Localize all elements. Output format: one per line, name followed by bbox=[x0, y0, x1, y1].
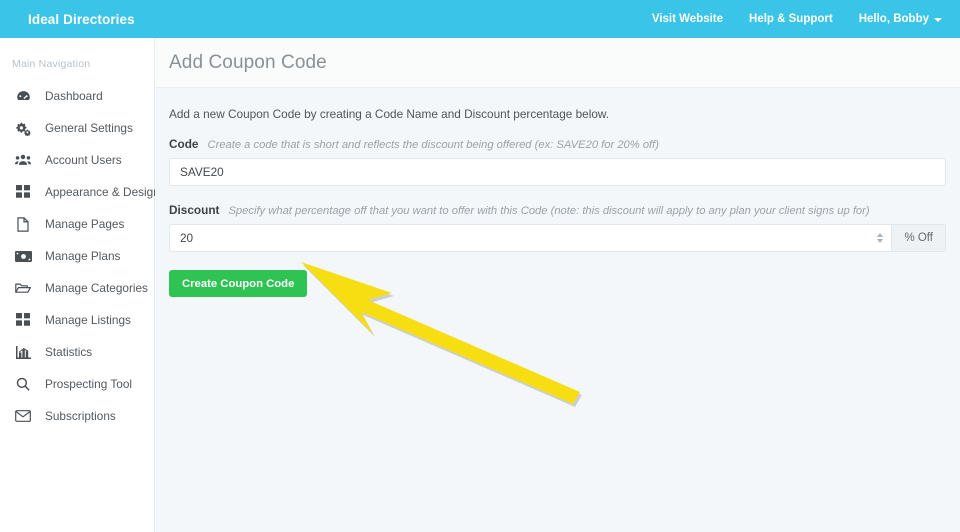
sidebar-item-manage-categories[interactable]: Manage Categories bbox=[0, 272, 154, 304]
sidebar-heading: Main Navigation bbox=[12, 58, 91, 70]
sidebar-item-manage-plans-label: Manage Plans bbox=[45, 249, 121, 263]
sidebar-item-prospecting-tool-label: Prospecting Tool bbox=[45, 377, 133, 391]
discount-input[interactable] bbox=[169, 224, 892, 252]
sidebar-item-manage-listings[interactable]: Manage Listings bbox=[0, 304, 154, 336]
money-bill-icon bbox=[14, 248, 32, 264]
search-icon bbox=[14, 376, 32, 392]
sidebar-item-manage-pages-label: Manage Pages bbox=[45, 217, 125, 231]
bar-chart-icon bbox=[14, 344, 32, 360]
stepper-up-icon[interactable] bbox=[876, 233, 883, 237]
top-nav-help-support-label: Help & Support bbox=[749, 13, 833, 25]
folder-open-icon bbox=[14, 280, 32, 296]
grid-icon bbox=[14, 312, 32, 328]
code-hint: Create a code that is short and reflects… bbox=[207, 139, 660, 151]
chevron-down-icon bbox=[934, 18, 942, 22]
sidebar-item-subscriptions-label: Subscriptions bbox=[45, 409, 116, 423]
grid-icon bbox=[14, 184, 32, 200]
sidebar-item-manage-categories-label: Manage Categories bbox=[45, 281, 148, 295]
gears-icon bbox=[14, 120, 32, 136]
sidebar-item-manage-listings-label: Manage Listings bbox=[45, 313, 131, 327]
envelope-icon bbox=[14, 408, 32, 424]
top-nav-user-menu-label: Hello, Bobby bbox=[858, 13, 929, 25]
code-input[interactable] bbox=[169, 158, 946, 186]
sidebar-item-account-users-label: Account Users bbox=[45, 153, 122, 167]
speedometer-icon bbox=[14, 88, 32, 104]
sidebar-item-subscriptions[interactable]: Subscriptions bbox=[0, 400, 154, 432]
code-label: Code bbox=[169, 137, 199, 151]
sidebar-item-prospecting-tool[interactable]: Prospecting Tool bbox=[0, 368, 154, 400]
discount-label: Discount bbox=[169, 203, 220, 217]
brand-logo[interactable]: Ideal Directories bbox=[0, 0, 155, 38]
discount-input-group: % Off bbox=[169, 224, 946, 252]
top-nav-user-menu[interactable]: Hello, Bobby bbox=[859, 13, 942, 25]
sidebar-item-appearance-design[interactable]: Appearance & Design bbox=[0, 176, 160, 208]
sidebar-item-manage-plans[interactable]: Manage Plans bbox=[0, 240, 154, 272]
top-nav-visit-website[interactable]: Visit Website bbox=[652, 13, 723, 25]
sidebar-item-appearance-design-label: Appearance & Design bbox=[45, 185, 160, 199]
stepper-down-icon[interactable] bbox=[876, 239, 883, 243]
discount-hint: Specify what percentage off that you wan… bbox=[228, 205, 870, 217]
form-container: Add a new Coupon Code by creating a Code… bbox=[155, 88, 960, 297]
page-header: Add Coupon Code bbox=[155, 38, 960, 88]
sidebar-item-statistics[interactable]: Statistics bbox=[0, 336, 154, 368]
sidebar-item-manage-pages[interactable]: Manage Pages bbox=[0, 208, 154, 240]
intro-text: Add a new Coupon Code by creating a Code… bbox=[169, 107, 610, 121]
sidebar-item-account-users[interactable]: Account Users bbox=[0, 144, 154, 176]
discount-unit-addon: % Off bbox=[891, 224, 946, 252]
sidebar-item-statistics-label: Statistics bbox=[45, 345, 93, 359]
main-content: Add Coupon Code Add a new Coupon Code by… bbox=[155, 38, 960, 532]
sidebar-item-general-settings[interactable]: General Settings bbox=[0, 112, 154, 144]
page-title: Add Coupon Code bbox=[169, 51, 327, 73]
top-nav: Visit Website Help & Support Hello, Bobb… bbox=[652, 0, 960, 38]
create-coupon-code-button[interactable]: Create Coupon Code bbox=[169, 270, 308, 297]
sidebar-item-dashboard-label: Dashboard bbox=[45, 89, 103, 103]
users-icon bbox=[14, 152, 32, 168]
quantity-stepper[interactable] bbox=[875, 231, 884, 245]
sidebar-item-dashboard[interactable]: Dashboard bbox=[0, 80, 154, 112]
discount-field-labels: Discount Specify what percentage off tha… bbox=[169, 203, 946, 217]
top-nav-visit-website-label: Visit Website bbox=[651, 13, 724, 25]
discount-input-wrapper bbox=[169, 224, 892, 252]
file-icon bbox=[14, 216, 32, 232]
top-header-bar: Ideal Directories Visit Website Help & S… bbox=[0, 0, 960, 38]
code-field-labels: Code Create a code that is short and ref… bbox=[169, 137, 946, 151]
app-root: Ideal Directories Visit Website Help & S… bbox=[0, 0, 960, 532]
sidebar: Main Navigation Dashboard General Settin… bbox=[0, 38, 160, 532]
sidebar-item-general-settings-label: General Settings bbox=[45, 121, 133, 135]
top-nav-help-support[interactable]: Help & Support bbox=[749, 13, 833, 25]
